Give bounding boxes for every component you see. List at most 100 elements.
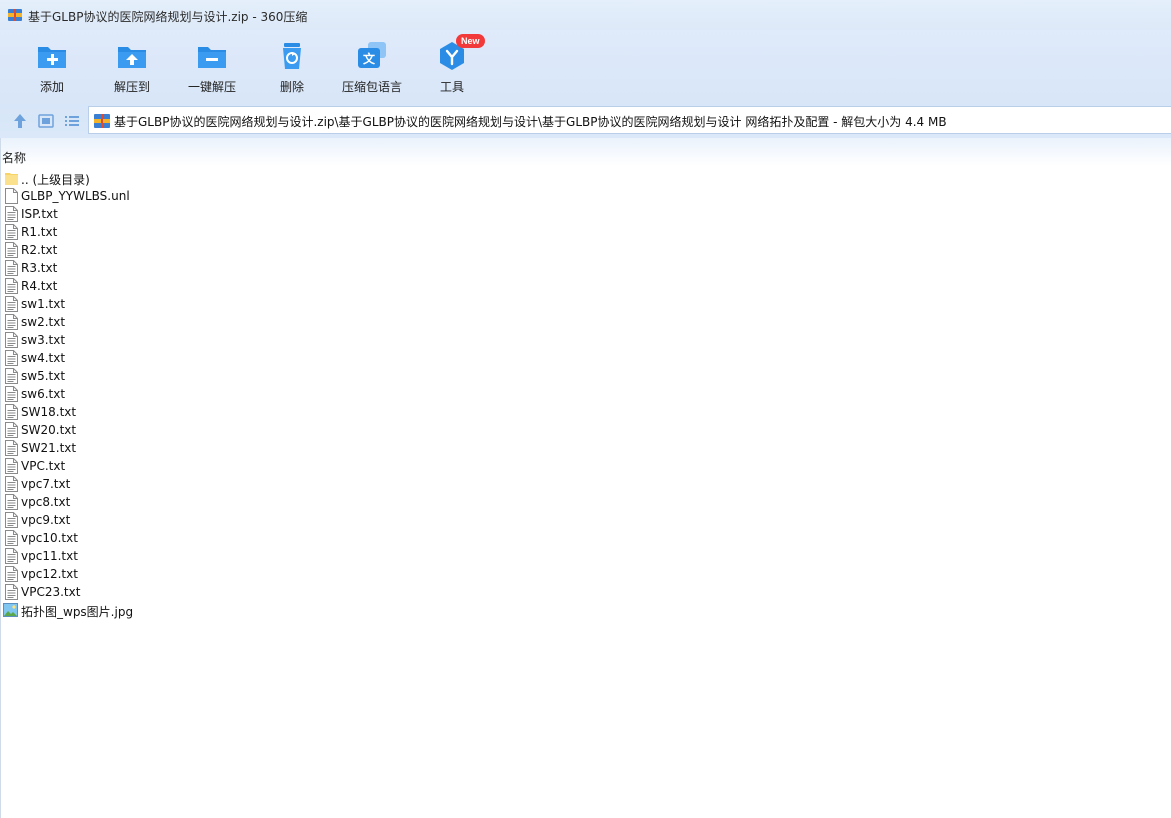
one-click-extract-button[interactable]: 一键解压 (172, 40, 252, 100)
add-label: 添加 (39, 80, 64, 94)
file-row[interactable]: sw1.txt (0, 295, 300, 313)
file-name: 拓扑图_wps图片.jpg (21, 605, 134, 619)
text-file-icon (5, 458, 18, 474)
file-name: vpc10.txt (21, 531, 78, 545)
text-file-icon (5, 224, 18, 240)
text-file-icon (5, 368, 18, 384)
text-file-icon (5, 260, 18, 276)
column-header: 名称 (0, 138, 1171, 166)
file-row[interactable]: GLBP_YYWLBS.unl (0, 187, 300, 205)
file-row[interactable]: ISP.txt (0, 205, 300, 223)
file-row[interactable]: R2.txt (0, 241, 300, 259)
file-icon (5, 188, 18, 204)
file-name: SW21.txt (21, 441, 77, 455)
delete-button[interactable]: 删除 (252, 40, 332, 100)
file-row[interactable]: SW21.txt (0, 439, 300, 457)
archive-language-button[interactable]: 文 压缩包语言 (332, 40, 412, 100)
file-name: sw2.txt (21, 315, 66, 329)
add-folder-icon (38, 47, 66, 68)
file-name: vpc12.txt (21, 567, 78, 581)
text-file-icon (5, 512, 18, 528)
file-row[interactable]: R3.txt (0, 259, 300, 277)
extract-to-icon (118, 47, 146, 68)
view-list-icon[interactable] (63, 112, 81, 130)
text-file-icon (5, 404, 18, 420)
file-row[interactable]: vpc9.txt (0, 511, 300, 529)
file-row[interactable]: SW18.txt (0, 403, 300, 421)
file-row[interactable]: R1.txt (0, 223, 300, 241)
file-row[interactable]: 拓扑图_wps图片.jpg (0, 601, 300, 619)
text-file-icon (5, 476, 18, 492)
file-name: R2.txt (21, 243, 58, 257)
file-name: sw5.txt (21, 369, 66, 383)
file-name: vpc8.txt (21, 495, 71, 509)
file-row[interactable]: sw2.txt (0, 313, 300, 331)
file-row[interactable]: vpc7.txt (0, 475, 300, 493)
tools-button[interactable]: New 工具 (412, 34, 492, 100)
text-file-icon (5, 530, 18, 546)
file-name: sw1.txt (21, 297, 66, 311)
text-file-icon (5, 332, 18, 348)
path-text: 基于GLBP协议的医院网络规划与设计.zip\基于GLBP协议的医院网络规划与设… (114, 115, 947, 129)
file-row[interactable]: sw4.txt (0, 349, 300, 367)
file-name: sw6.txt (21, 387, 66, 401)
file-row[interactable]: sw5.txt (0, 367, 300, 385)
add-button[interactable]: 添加 (12, 40, 92, 100)
file-row[interactable]: SW20.txt (0, 421, 300, 439)
file-name: vpc9.txt (21, 513, 71, 527)
archive-language-icon: 文 (358, 42, 386, 68)
file-row[interactable]: vpc8.txt (0, 493, 300, 511)
text-file-icon (5, 422, 18, 438)
text-file-icon (5, 548, 18, 564)
zip-file-icon (94, 114, 110, 128)
text-file-icon (5, 314, 18, 330)
folder-icon (5, 173, 18, 185)
file-name: R1.txt (21, 225, 58, 239)
window-title: 基于GLBP协议的医院网络规划与设计.zip - 360压缩 (28, 10, 308, 24)
file-row[interactable]: vpc12.txt (0, 565, 300, 583)
file-name: SW18.txt (21, 405, 77, 419)
file-row[interactable]: VPC.txt (0, 457, 300, 475)
text-file-icon (5, 566, 18, 582)
delete-label: 删除 (279, 80, 304, 94)
file-row[interactable]: R4.txt (0, 277, 300, 295)
file-name: R4.txt (21, 279, 58, 293)
text-file-icon (5, 386, 18, 402)
text-file-icon (5, 206, 18, 222)
file-name: R3.txt (21, 261, 58, 275)
file-row[interactable]: VPC23.txt (0, 583, 300, 601)
svg-text:文: 文 (363, 51, 376, 66)
archive-language-label: 压缩包语言 (341, 80, 402, 94)
archive-window: 基于GLBP协议的医院网络规划与设计.zip - 360压缩 添加 解压到 一键… (0, 0, 1171, 818)
file-row[interactable]: .. (上级目录) (0, 169, 300, 187)
one-click-extract-icon (198, 47, 226, 68)
file-name: SW20.txt (21, 423, 77, 437)
extract-to-label: 解压到 (113, 80, 150, 94)
path-bar: 基于GLBP协议的医院网络规划与设计.zip\基于GLBP协议的医院网络规划与设… (0, 104, 1171, 138)
new-badge: New (456, 34, 485, 48)
file-name: ISP.txt (21, 207, 58, 221)
file-name: VPC.txt (21, 459, 66, 473)
image-file-icon (3, 603, 18, 617)
view-thumbnail-icon[interactable] (37, 112, 55, 130)
file-name: sw4.txt (21, 351, 66, 365)
text-file-icon (5, 494, 18, 510)
text-file-icon (5, 584, 18, 600)
file-name: VPC23.txt (21, 585, 81, 599)
file-row[interactable]: vpc11.txt (0, 547, 300, 565)
toolbar: 添加 解压到 一键解压 删除 文 压缩包语言 New 工具 (0, 30, 1171, 104)
column-name-header[interactable]: 名称 (2, 149, 26, 166)
text-file-icon (5, 242, 18, 258)
title-bar[interactable]: 基于GLBP协议的医院网络规划与设计.zip - 360压缩 (0, 0, 1171, 30)
path-field[interactable]: 基于GLBP协议的医院网络规划与设计.zip\基于GLBP协议的医院网络规划与设… (88, 106, 1171, 134)
text-file-icon (5, 440, 18, 456)
one-click-extract-label: 一键解压 (187, 80, 236, 94)
extract-to-button[interactable]: 解压到 (92, 40, 172, 100)
text-file-icon (5, 350, 18, 366)
file-name: vpc7.txt (21, 477, 71, 491)
up-level-icon[interactable] (11, 112, 29, 130)
file-row[interactable]: sw3.txt (0, 331, 300, 349)
file-row[interactable]: sw6.txt (0, 385, 300, 403)
file-row[interactable]: vpc10.txt (0, 529, 300, 547)
archive-app-icon (8, 9, 22, 21)
